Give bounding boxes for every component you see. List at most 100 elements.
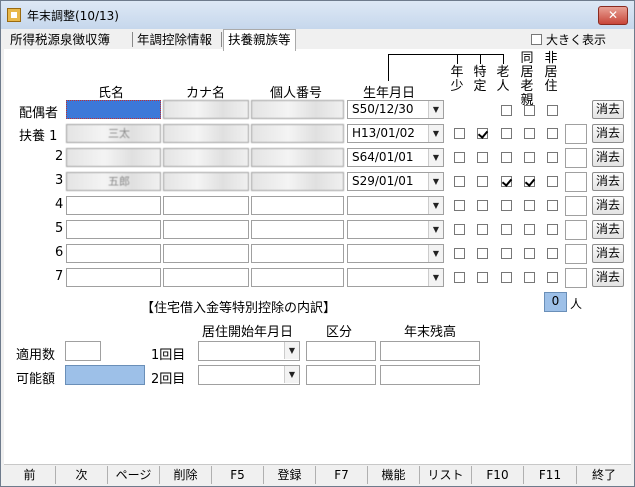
dependent-3-kana-field[interactable] [163,172,249,191]
housing-row1-start-select[interactable]: ▼ [198,341,300,361]
dependent-1-mynumber-field[interactable] [251,124,344,143]
dependent-1-nonresident-checkbox[interactable] [547,128,558,139]
dependent-4-cohabit-checkbox[interactable] [524,200,535,211]
fkey-exit[interactable]: 終了 [577,466,631,484]
dependent-5-young-checkbox[interactable] [454,224,465,235]
fkey-f10[interactable]: F10 [472,466,524,484]
dependent-5-birthdate-select[interactable]: ▼ [347,220,444,239]
spouse-nonresident-checkbox[interactable] [547,105,558,116]
fkey-function[interactable]: 機能 [368,466,420,484]
dependent-5-extra-box[interactable] [565,220,587,240]
dependent-3-mynumber-field[interactable] [251,172,344,191]
dependent-2-cohabit-checkbox[interactable] [524,152,535,163]
tab-deduction-info[interactable]: 年調控除情報 [137,30,212,49]
dependent-1-special-checkbox[interactable] [477,128,488,139]
dependent-4-birthdate-select[interactable]: ▼ [347,196,444,215]
fkey-page[interactable]: ページ [108,466,160,484]
tab-dependents[interactable]: 扶養親族等 [223,29,296,51]
dependent-2-name-field[interactable] [66,148,161,167]
delete-button[interactable]: 消去 [592,148,624,167]
dependent-6-cohabit-checkbox[interactable] [524,248,535,259]
dependent-7-cohabit-checkbox[interactable] [524,272,535,283]
delete-button[interactable]: 消去 [592,100,624,119]
spouse-birthdate-select[interactable]: S50/12/30 ▼ [347,100,444,119]
housing-row2-start-select[interactable]: ▼ [198,365,300,385]
dependent-7-mynumber-field[interactable] [251,268,344,287]
fkey-prev[interactable]: 前 [4,466,56,484]
fkey-f7[interactable]: F7 [316,466,368,484]
dependent-5-cohabit-checkbox[interactable] [524,224,535,235]
fkey-delete[interactable]: 削除 [160,466,212,484]
dependent-7-special-checkbox[interactable] [477,272,488,283]
dependent-1-name-field[interactable]: 三太 [66,124,161,143]
spouse-mynumber-field[interactable] [251,100,344,119]
fkey-f11[interactable]: F11 [524,466,577,484]
dependent-4-elder-checkbox[interactable] [501,200,512,211]
enlarge-checkbox[interactable] [531,34,542,45]
delete-button[interactable]: 消去 [592,196,624,215]
dependent-5-elder-checkbox[interactable] [501,224,512,235]
dependent-5-kana-field[interactable] [163,220,249,239]
dependent-6-nonresident-checkbox[interactable] [547,248,558,259]
dependent-3-special-checkbox[interactable] [477,176,488,187]
housing-row2-balance-field[interactable] [380,365,480,385]
dependent-7-name-field[interactable] [66,268,161,287]
delete-button[interactable]: 消去 [592,220,624,239]
dependent-3-young-checkbox[interactable] [454,176,465,187]
housing-row1-balance-field[interactable] [380,341,480,361]
dependent-7-nonresident-checkbox[interactable] [547,272,558,283]
dependent-3-extra-box[interactable] [565,172,587,192]
dependent-6-name-field[interactable] [66,244,161,263]
dependent-1-elder-checkbox[interactable] [501,128,512,139]
dependent-2-special-checkbox[interactable] [477,152,488,163]
dependent-1-kana-field[interactable] [163,124,249,143]
dependent-4-special-checkbox[interactable] [477,200,488,211]
fkey-register[interactable]: 登録 [264,466,316,484]
dependent-7-elder-checkbox[interactable] [501,272,512,283]
dependent-4-nonresident-checkbox[interactable] [547,200,558,211]
dependent-3-cohabit-checkbox[interactable] [524,176,535,187]
dependent-3-name-field[interactable]: 五郎 [66,172,161,191]
dependent-1-extra-box[interactable] [565,124,587,144]
dependent-7-young-checkbox[interactable] [454,272,465,283]
dependent-3-elder-checkbox[interactable] [501,176,512,187]
dependent-2-birthdate-select[interactable]: S64/01/01 ▼ [347,148,444,167]
dependent-5-special-checkbox[interactable] [477,224,488,235]
tab-withholding-ledger[interactable]: 所得税源泉徴収簿 [10,30,110,49]
spouse-elder-checkbox[interactable] [501,105,512,116]
dependent-2-kana-field[interactable] [163,148,249,167]
dependent-4-extra-box[interactable] [565,196,587,216]
dependent-6-special-checkbox[interactable] [477,248,488,259]
dependent-6-young-checkbox[interactable] [454,248,465,259]
dependent-7-kana-field[interactable] [163,268,249,287]
dependent-1-birthdate-select[interactable]: H13/01/02 ▼ [347,124,444,143]
dependent-2-extra-box[interactable] [565,148,587,168]
dependent-5-name-field[interactable] [66,220,161,239]
dependent-3-nonresident-checkbox[interactable] [547,176,558,187]
dependent-6-mynumber-field[interactable] [251,244,344,263]
spouse-name-field[interactable] [66,100,161,119]
delete-button[interactable]: 消去 [592,244,624,263]
dependent-6-kana-field[interactable] [163,244,249,263]
dependent-4-kana-field[interactable] [163,196,249,215]
dependent-4-mynumber-field[interactable] [251,196,344,215]
dependent-3-birthdate-select[interactable]: S29/01/01 ▼ [347,172,444,191]
delete-button[interactable]: 消去 [592,172,624,191]
delete-button[interactable]: 消去 [592,268,624,287]
dependent-2-elder-checkbox[interactable] [501,152,512,163]
applied-count-field[interactable] [65,341,101,361]
dependent-1-young-checkbox[interactable] [454,128,465,139]
dependent-1-cohabit-checkbox[interactable] [524,128,535,139]
dependent-6-birthdate-select[interactable]: ▼ [347,244,444,263]
dependent-5-mynumber-field[interactable] [251,220,344,239]
dependent-2-nonresident-checkbox[interactable] [547,152,558,163]
fkey-next[interactable]: 次 [56,466,108,484]
dependent-2-mynumber-field[interactable] [251,148,344,167]
fkey-list[interactable]: リスト [420,466,472,484]
spouse-cohabit-checkbox[interactable] [524,105,535,116]
dependent-6-elder-checkbox[interactable] [501,248,512,259]
delete-button[interactable]: 消去 [592,124,624,143]
dependent-4-young-checkbox[interactable] [454,200,465,211]
dependent-5-nonresident-checkbox[interactable] [547,224,558,235]
close-button[interactable]: ✕ [598,6,628,25]
